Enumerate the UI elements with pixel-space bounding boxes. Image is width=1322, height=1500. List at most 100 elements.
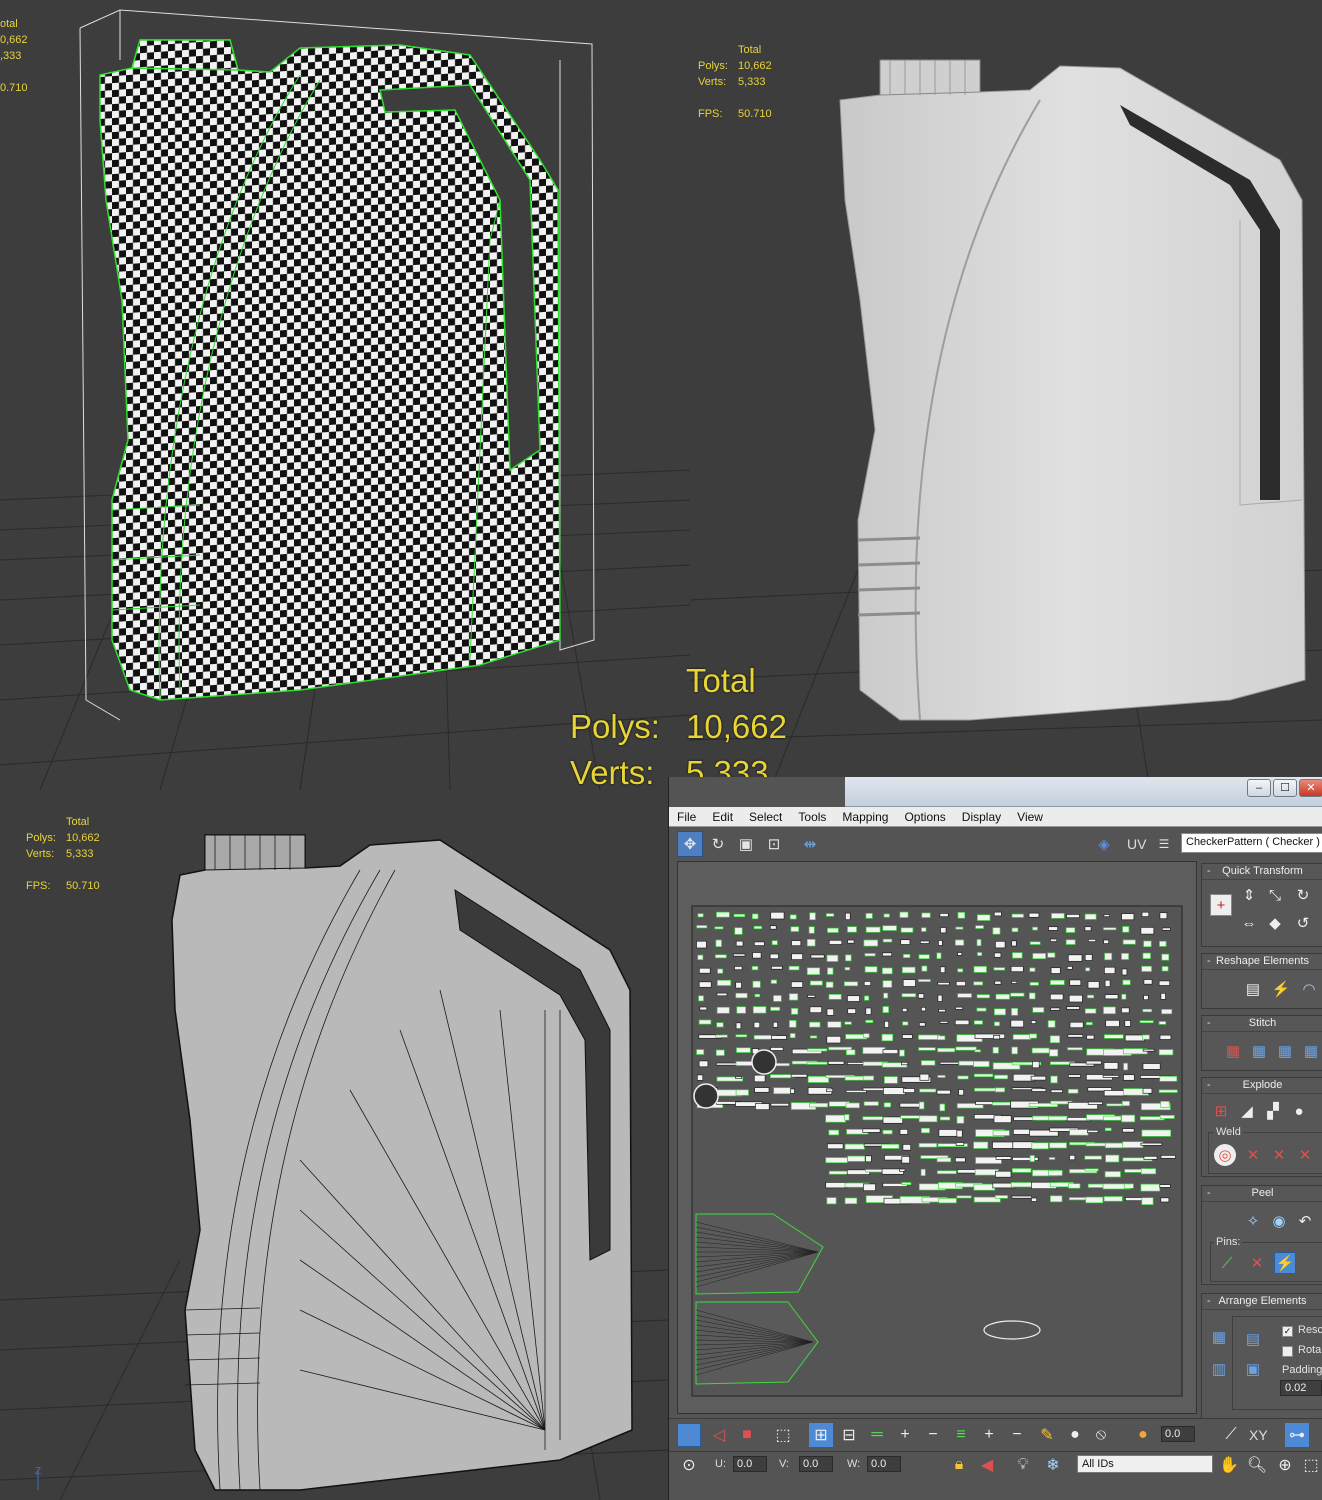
rollout-header[interactable]: Reshape Elements xyxy=(1202,954,1322,970)
padding-input[interactable]: 0.02 xyxy=(1280,1380,1322,1396)
hide-icon[interactable]: ◀ xyxy=(975,1453,999,1477)
menu-display[interactable]: Display xyxy=(954,810,1009,824)
pack-rescale-icon[interactable]: ▣ xyxy=(1242,1358,1264,1380)
close-button[interactable]: ✕ xyxy=(1299,779,1322,797)
break-icon[interactable]: ⊞ xyxy=(1210,1100,1232,1122)
rotate-icon[interactable]: ↻ xyxy=(705,831,731,857)
paint-select-icon[interactable]: ✎ xyxy=(1035,1423,1059,1447)
browse-icon[interactable]: ☰ xyxy=(1151,831,1177,857)
id-filter-dropdown[interactable]: All IDs xyxy=(1077,1455,1213,1473)
peel-mode-icon[interactable]: ◉ xyxy=(1268,1210,1290,1232)
sphere-icon[interactable]: ● xyxy=(1288,1100,1310,1122)
checker-map-icon[interactable]: ◈ xyxy=(1091,831,1117,857)
loop-icon[interactable]: ═ xyxy=(865,1423,889,1447)
straighten-selection-icon[interactable]: ▤ xyxy=(1242,978,1264,1000)
brush-size-icon[interactable]: ● xyxy=(1063,1423,1087,1447)
rollout-header[interactable]: Explode xyxy=(1202,1078,1322,1094)
straighten-icon[interactable]: ◆ xyxy=(1264,912,1286,934)
rollout-header[interactable]: Arrange Elements xyxy=(1202,1294,1322,1310)
weld-selected-icon[interactable]: ✕ xyxy=(1242,1144,1264,1166)
unpin-icon[interactable]: ✕ xyxy=(1246,1252,1268,1274)
move-icon[interactable]: ✥ xyxy=(677,831,703,857)
uv-tools-panel: Quick Transform + ⇕ ⤡ ↻ ⇔ ◆ ↺ Reshape El… xyxy=(1199,861,1322,1421)
weld-all-icon[interactable]: ✕ xyxy=(1294,1144,1316,1166)
w-input[interactable]: 0.0 xyxy=(867,1456,901,1472)
pan-icon[interactable]: ✋ xyxy=(1217,1453,1241,1477)
menu-tools[interactable]: Tools xyxy=(790,810,834,824)
menu-view[interactable]: View xyxy=(1009,810,1051,824)
rotate-checkbox[interactable] xyxy=(1282,1346,1293,1357)
align-horizontal-icon[interactable]: ⇔ xyxy=(1238,912,1260,934)
vertex-mode-icon[interactable]: ∙ xyxy=(677,1423,701,1447)
freeze-icon[interactable]: ❄ xyxy=(1041,1453,1065,1477)
relax-icon[interactable]: ⚡ xyxy=(1270,978,1292,1000)
grow-selection-icon[interactable]: ⊞ xyxy=(809,1423,833,1447)
soft-selection-icon[interactable]: ● xyxy=(1131,1423,1155,1447)
rotate-ccw-icon[interactable]: ↺ xyxy=(1292,912,1314,934)
grow-ring-icon[interactable]: + xyxy=(977,1423,1001,1447)
shrink-loop-icon[interactable]: − xyxy=(921,1423,945,1447)
menu-edit[interactable]: Edit xyxy=(704,810,741,824)
weld-target-icon[interactable]: ◎ xyxy=(1214,1144,1236,1166)
element-mode-icon[interactable]: ⬚ xyxy=(771,1423,795,1447)
relax-settings-icon[interactable]: ◠ xyxy=(1298,978,1320,1000)
zoom-extents-icon[interactable]: ⬚ xyxy=(1299,1453,1322,1477)
stitch-custom-icon[interactable]: ▦ xyxy=(1300,1040,1322,1062)
rollout-header[interactable]: Quick Transform xyxy=(1202,864,1322,880)
absolute-mode-icon[interactable]: ⊙ xyxy=(677,1453,701,1477)
window-titlebar[interactable]: – ☐ ✕ xyxy=(845,777,1322,807)
align-diagonal-icon[interactable]: ⤡ xyxy=(1264,884,1286,906)
reset-peel-icon[interactable]: ↶ xyxy=(1294,1210,1316,1232)
pin-icon[interactable]: ⟋ xyxy=(1216,1252,1238,1274)
u-input[interactable]: 0.0 xyxy=(733,1456,767,1472)
menu-select[interactable]: Select xyxy=(741,810,790,824)
stats-fps-label: FPS: xyxy=(698,108,723,120)
rollout-header[interactable]: Peel xyxy=(1202,1186,1322,1202)
rollout-header[interactable]: Stitch xyxy=(1202,1016,1322,1032)
falloff-input[interactable]: 0.0 xyxy=(1161,1426,1195,1442)
lock-icon[interactable]: 🔒︎ xyxy=(947,1453,971,1477)
rescale-checkbox[interactable]: ✓ xyxy=(1282,1326,1293,1337)
menu-file[interactable]: File xyxy=(669,810,704,824)
v-input[interactable]: 0.0 xyxy=(799,1456,833,1472)
zoom-region-icon[interactable]: ⊕ xyxy=(1273,1453,1297,1477)
rollout-arrange: Arrange Elements ▦ ▥ ▤ ▣ ✓ Resc Rota Pad… xyxy=(1201,1293,1322,1421)
viewport-wireframe[interactable]: Total Polys: 10,662 Verts: 5,333 FPS: 50.71… xyxy=(0,790,668,1500)
shrink-ring-icon[interactable]: − xyxy=(1005,1423,1029,1447)
align-vertical-icon[interactable]: ⇕ xyxy=(1238,884,1260,906)
quick-peel-icon[interactable]: ✧ xyxy=(1242,1210,1264,1232)
pack-together-icon[interactable]: ▥ xyxy=(1208,1358,1230,1380)
falloff-type-icon[interactable]: ⟋ xyxy=(1219,1423,1243,1447)
light-icon[interactable]: 💡︎ xyxy=(1011,1453,1035,1477)
stitch-to-average-icon[interactable]: ▦ xyxy=(1248,1040,1270,1062)
mirror-icon[interactable]: ⇹ xyxy=(797,831,823,857)
texture-dropdown[interactable]: CheckerPattern ( Checker ) xyxy=(1181,833,1322,853)
menu-mapping[interactable]: Mapping xyxy=(834,810,896,824)
xy-label[interactable]: XY xyxy=(1249,1427,1268,1443)
brush-shrink-icon[interactable]: ⦸ xyxy=(1089,1423,1113,1447)
stitch-to-source-icon[interactable]: ▦ xyxy=(1222,1040,1244,1062)
poly-count-overlay: Total Polys: 10,662 Verts: 5,333 xyxy=(570,658,787,796)
auto-pin-icon[interactable]: ⚡ xyxy=(1274,1252,1296,1274)
pack-normalize-icon[interactable]: ▤ xyxy=(1242,1328,1264,1350)
pack-custom-icon[interactable]: ▦ xyxy=(1208,1326,1230,1348)
pivot-icon[interactable]: + xyxy=(1210,894,1232,916)
stitch-to-target-icon[interactable]: ▦ xyxy=(1274,1040,1296,1062)
zoom-icon[interactable]: 🔍︎ xyxy=(1245,1453,1269,1477)
menu-options[interactable]: Options xyxy=(896,810,953,824)
freeform-icon[interactable]: ⊡ xyxy=(761,831,787,857)
maximize-button[interactable]: ☐ xyxy=(1273,779,1297,797)
face-mode-icon[interactable]: ■ xyxy=(735,1423,759,1447)
shrink-selection-icon[interactable]: ⊟ xyxy=(837,1423,861,1447)
weld-threshold-icon[interactable]: ✕ xyxy=(1268,1144,1290,1166)
rotate-cw-icon[interactable]: ↻ xyxy=(1292,884,1314,906)
scale-icon[interactable]: ▣ xyxy=(733,831,759,857)
flatten-icon[interactable]: ◢ xyxy=(1236,1100,1258,1122)
grow-loop-icon[interactable]: + xyxy=(893,1423,917,1447)
detach-icon[interactable]: ▞ xyxy=(1262,1100,1284,1122)
edge-distance-icon[interactable]: ⊶ xyxy=(1285,1423,1309,1447)
minimize-button[interactable]: – xyxy=(1247,779,1271,797)
uv-canvas[interactable] xyxy=(677,861,1197,1414)
ring-icon[interactable]: ≡ xyxy=(949,1423,973,1447)
edge-mode-icon[interactable]: ◁ xyxy=(707,1423,731,1447)
